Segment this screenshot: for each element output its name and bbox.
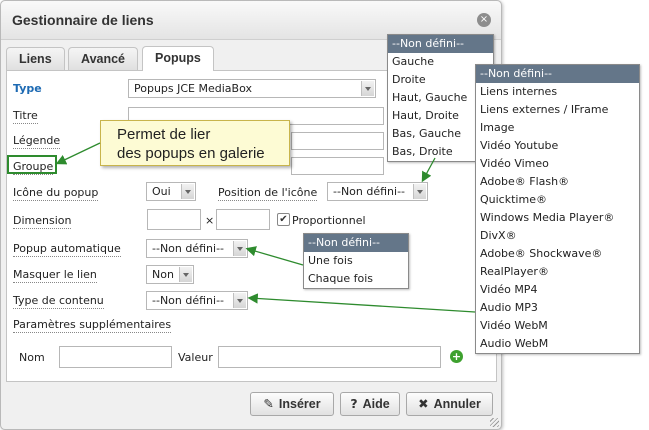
type-contenu-select-value: --Non défini-- xyxy=(152,294,225,307)
type-contenu-option[interactable]: Adobe® Flash® xyxy=(476,173,639,191)
popup-auto-select[interactable]: --Non défini-- xyxy=(146,239,248,258)
type-contenu-select[interactable]: --Non défini-- xyxy=(146,291,248,310)
masquer-select[interactable]: Non xyxy=(146,265,194,284)
type-contenu-option[interactable]: --Non défini-- xyxy=(476,65,639,83)
tab-avance[interactable]: Avancé xyxy=(68,47,139,70)
icone-label: Icône du popup xyxy=(13,186,99,201)
popup-auto-option[interactable]: Une fois xyxy=(304,252,408,270)
masquer-select-value: Non xyxy=(152,268,174,281)
type-contenu-option[interactable]: Vidéo Vimeo xyxy=(476,155,639,173)
type-contenu-option[interactable]: Audio MP3 xyxy=(476,299,639,317)
annuler-button[interactable]: ✖ Annuler xyxy=(406,392,493,416)
popup-auto-select-value: --Non défini-- xyxy=(152,242,225,255)
type-select[interactable]: Popups JCE MediaBox xyxy=(128,79,376,98)
height-input[interactable] xyxy=(216,209,270,230)
nom-label: Nom xyxy=(19,351,45,364)
tab-popups[interactable]: Popups xyxy=(142,46,214,71)
position-option[interactable]: --Non défini-- xyxy=(388,35,493,53)
inserer-button[interactable]: ✎ Insérer xyxy=(250,392,334,416)
position-icone-label: Position de l'icône xyxy=(218,186,318,201)
type-contenu-option[interactable]: Vidéo Youtube xyxy=(476,137,639,155)
chevron-down-icon xyxy=(233,241,246,256)
inserer-button-label: Insérer xyxy=(278,397,321,411)
type-contenu-option[interactable]: Windows Media Player® xyxy=(476,209,639,227)
close-icon[interactable]: × xyxy=(477,13,491,27)
groupe-input[interactable] xyxy=(291,157,384,175)
type-contenu-option[interactable]: Adobe® Shockwave® xyxy=(476,245,639,263)
tab-liens[interactable]: Liens xyxy=(6,47,65,70)
annotation-callout: Permet de lier des popups en galerie xyxy=(100,120,290,166)
legende-input[interactable] xyxy=(291,132,384,150)
masquer-label: Masquer le lien xyxy=(13,268,97,283)
chevron-down-icon xyxy=(181,184,194,199)
callout-line-1: Permet de lier xyxy=(117,126,211,143)
help-icon: ? xyxy=(350,396,358,411)
type-contenu-option[interactable]: Vidéo WebM xyxy=(476,317,639,335)
proportionnel-checkbox[interactable]: ✔ xyxy=(277,213,290,226)
dimension-label: Dimension xyxy=(13,214,72,229)
icone-select[interactable]: Oui xyxy=(146,182,196,201)
position-icone-select[interactable]: --Non défini-- xyxy=(327,182,428,201)
annuler-button-label: Annuler xyxy=(433,397,481,411)
pencil-icon: ✎ xyxy=(263,396,274,411)
chevron-down-icon xyxy=(361,81,374,96)
aide-button-label: Aide xyxy=(362,397,390,411)
type-contenu-option[interactable]: Audio WebM xyxy=(476,335,639,353)
popup-auto-dropdown-list[interactable]: --Non défini-- Une fois Chaque fois xyxy=(303,233,409,289)
type-contenu-dropdown-list[interactable]: --Non défini-- Liens internes Liens extern… xyxy=(475,64,640,354)
dimension-separator: × xyxy=(205,214,215,227)
type-contenu-option[interactable]: Liens internes xyxy=(476,83,639,101)
type-contenu-option[interactable]: Image xyxy=(476,119,639,137)
valeur-input[interactable] xyxy=(218,346,441,368)
titre-label: Titre xyxy=(13,109,38,124)
type-contenu-option[interactable]: Vidéo MP4 xyxy=(476,281,639,299)
type-contenu-option[interactable]: Liens externes / IFrame xyxy=(476,101,639,119)
aide-button[interactable]: ? Aide xyxy=(340,392,400,416)
legende-label: Légende xyxy=(13,134,61,149)
nom-input[interactable] xyxy=(59,346,172,368)
plus-icon[interactable]: + xyxy=(450,350,463,363)
callout-line-2: des popups en galerie xyxy=(117,145,265,162)
proportionnel-label: Proportionnel xyxy=(292,214,366,227)
position-icone-select-value: --Non défini-- xyxy=(333,185,406,198)
cancel-icon: ✖ xyxy=(418,396,429,411)
popup-auto-label: Popup automatique xyxy=(13,242,121,257)
resize-grip-icon[interactable] xyxy=(490,418,499,427)
type-contenu-option[interactable]: DivX® xyxy=(476,227,639,245)
type-select-value: Popups JCE MediaBox xyxy=(134,82,252,95)
popup-auto-option[interactable]: --Non défini-- xyxy=(304,234,408,252)
chevron-down-icon xyxy=(233,293,246,308)
chevron-down-icon xyxy=(179,267,192,282)
valeur-label: Valeur xyxy=(178,351,213,364)
dialog-title: Gestionnaire de liens xyxy=(12,12,154,28)
type-contenu-option[interactable]: Quicktime® xyxy=(476,191,639,209)
width-input[interactable] xyxy=(147,209,201,230)
groupe-highlight-box xyxy=(7,155,57,174)
chevron-down-icon xyxy=(413,184,426,199)
popup-auto-option[interactable]: Chaque fois xyxy=(304,270,408,288)
type-contenu-label: Type de contenu xyxy=(13,294,104,309)
type-contenu-option[interactable]: RealPlayer® xyxy=(476,263,639,281)
icone-select-value: Oui xyxy=(152,185,171,198)
type-label: Type xyxy=(13,82,42,95)
params-label: Paramètres supplémentaires xyxy=(13,318,172,333)
